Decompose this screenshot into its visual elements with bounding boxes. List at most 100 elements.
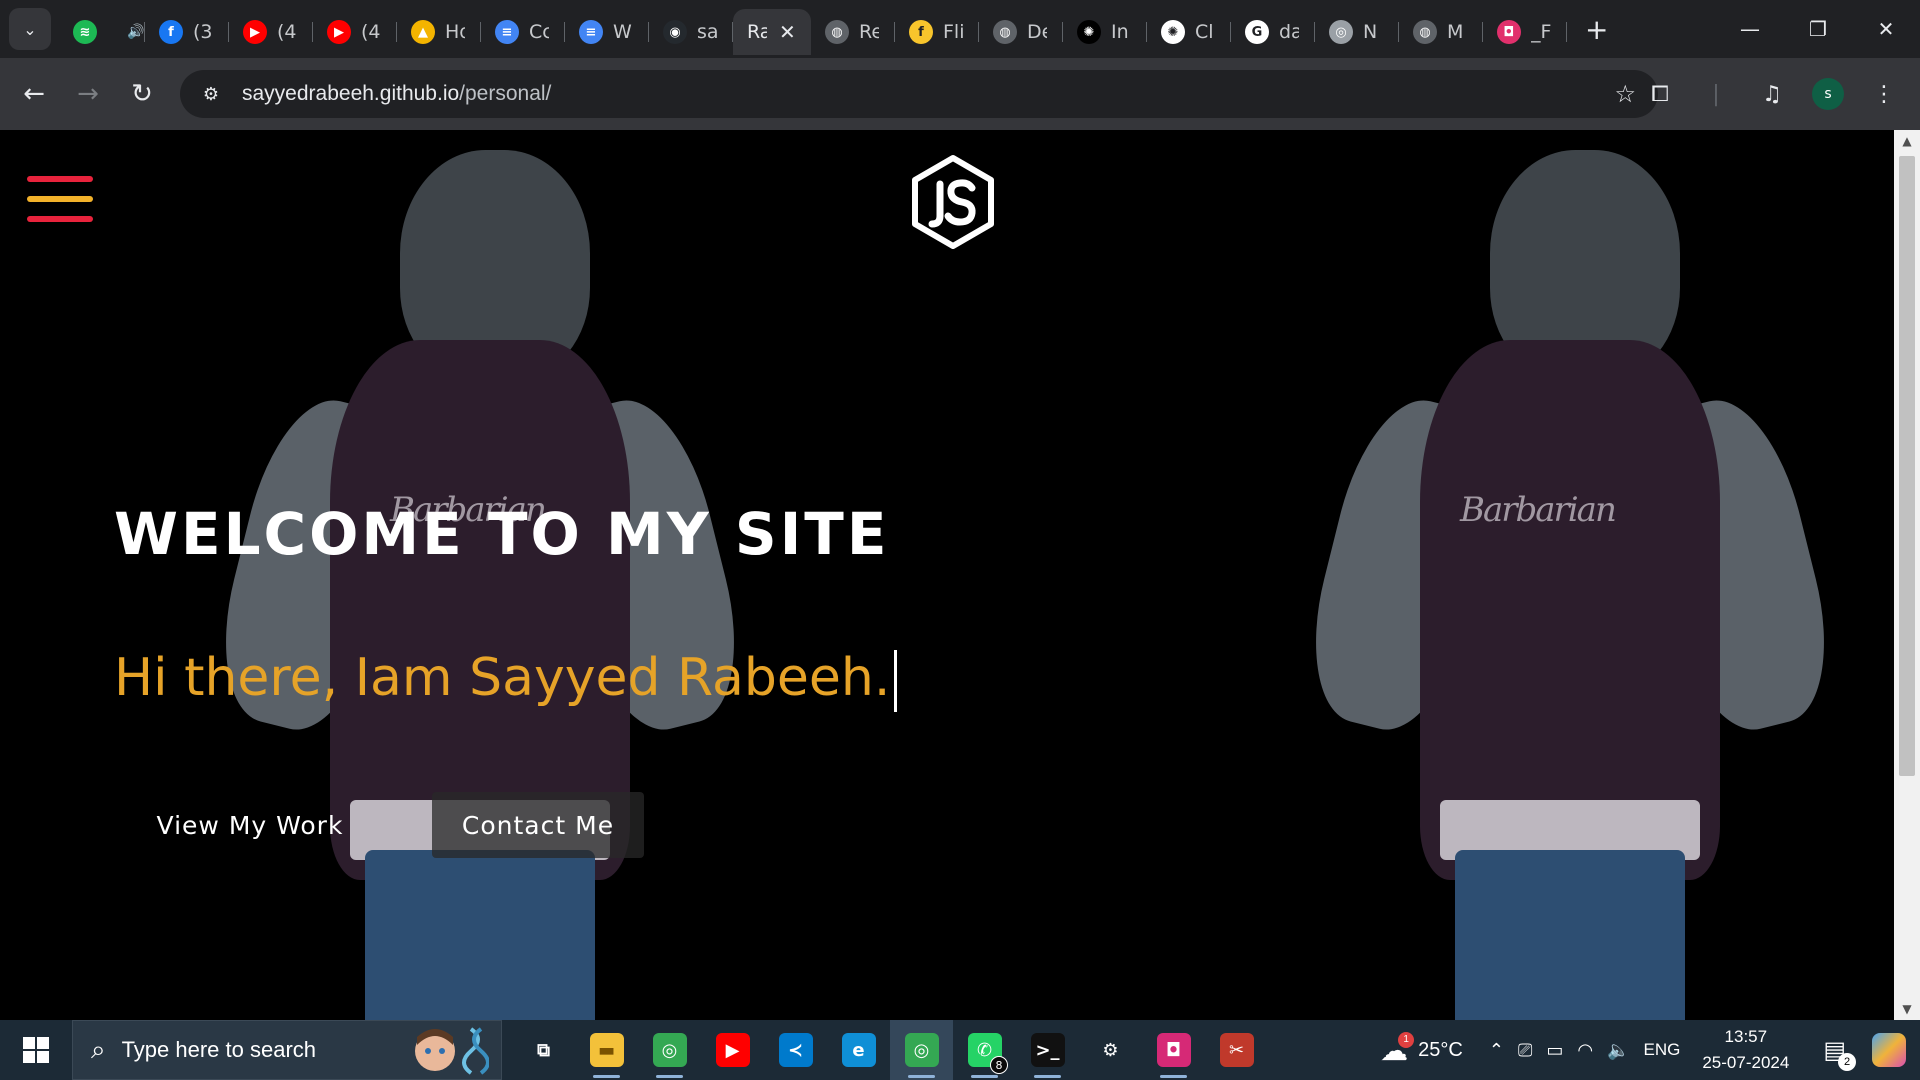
- wifi-icon[interactable]: ◠: [1577, 1040, 1593, 1061]
- taskbar-app-button[interactable]: ◘: [1142, 1020, 1205, 1080]
- menu-kebab-icon[interactable]: ⋮: [1856, 82, 1912, 107]
- browser-tab[interactable]: Ra ✕: [733, 9, 811, 55]
- meet-now-icon[interactable]: ⎚: [1518, 1040, 1532, 1061]
- taskbar-app-button[interactable]: >_: [1016, 1020, 1079, 1080]
- edge-icon: e: [841, 1033, 876, 1067]
- new-tab-button[interactable]: +: [1585, 13, 1608, 46]
- site-info-icon[interactable]: ⚙: [194, 84, 228, 105]
- back-button[interactable]: ←: [10, 70, 58, 118]
- taskbar-app-button[interactable]: ✂: [1205, 1020, 1268, 1080]
- volume-icon[interactable]: 🔈: [1607, 1040, 1629, 1061]
- url-path: /personal/: [459, 82, 552, 105]
- browser-tab[interactable]: Gda: [1231, 9, 1315, 55]
- taskbar-app-button[interactable]: ⧉: [512, 1020, 575, 1080]
- nodejs-logo-icon[interactable]: [910, 154, 996, 250]
- spotify-icon: ≋: [73, 20, 97, 44]
- copilot-icon[interactable]: [1872, 1033, 1906, 1067]
- browser-tab[interactable]: ≡ Cc: [481, 9, 565, 55]
- browser-tab[interactable]: ≡ W: [565, 9, 649, 55]
- profile-button[interactable]: s: [1800, 78, 1856, 110]
- youtube-icon: ▶: [327, 20, 351, 44]
- google-docs-icon: ≡: [495, 20, 519, 44]
- browser-tab[interactable]: ▶ (4: [313, 9, 397, 55]
- chrome-icon: ◎: [652, 1033, 687, 1067]
- hamburger-menu-button[interactable]: [27, 176, 93, 236]
- browser-tab[interactable]: ≋ 🔊: [59, 9, 145, 55]
- settings-icon: ⚙: [1102, 1039, 1119, 1061]
- toolbar-divider: |: [1712, 81, 1720, 107]
- close-window-button[interactable]: ✕: [1852, 0, 1920, 58]
- start-button[interactable]: [0, 1020, 72, 1080]
- taskbar-app-button[interactable]: ✆ 8: [953, 1020, 1016, 1080]
- minimize-button[interactable]: —: [1716, 0, 1784, 58]
- restore-button[interactable]: ❐: [1784, 0, 1852, 58]
- browser-tab[interactable]: f (3: [145, 9, 229, 55]
- instagram-icon: ◘: [1497, 20, 1521, 44]
- contact-me-button[interactable]: Contact Me: [432, 792, 644, 858]
- close-icon: ✕: [1877, 17, 1895, 41]
- scroll-down-icon[interactable]: ▼: [1894, 998, 1920, 1020]
- search-highlight-art: [415, 1027, 489, 1075]
- minimize-icon: —: [1740, 17, 1760, 41]
- browser-tab[interactable]: ◍ M: [1399, 9, 1483, 55]
- tab-title: (4: [277, 21, 297, 43]
- taskbar-app-button[interactable]: ⚙: [1079, 1020, 1142, 1080]
- page-scrollbar[interactable]: ▲ ▼: [1894, 130, 1920, 1020]
- weather-widget[interactable]: ☁ 1 25°C: [1380, 1031, 1463, 1067]
- url-text[interactable]: sayyedrabeeh.github.io/personal/: [242, 82, 551, 106]
- scrollbar-thumb[interactable]: [1899, 156, 1915, 776]
- reload-icon: ↻: [131, 79, 153, 109]
- tab-title: sa: [697, 21, 717, 43]
- browser-tab[interactable]: ✺ In: [1063, 9, 1147, 55]
- globe-icon: ◍: [1413, 20, 1437, 44]
- clock-time: 13:57: [1724, 1027, 1768, 1046]
- browser-tab[interactable]: ✺ Cl: [1147, 9, 1231, 55]
- browser-tab[interactable]: ◎ N: [1315, 9, 1399, 55]
- menu-line-icon: [27, 196, 93, 202]
- view-my-work-button[interactable]: View My Work: [122, 792, 378, 858]
- flipkart-icon: f: [909, 20, 933, 44]
- tab-title: (3: [193, 21, 213, 43]
- weather-badge: 1: [1398, 1031, 1415, 1048]
- forward-button[interactable]: →: [64, 70, 112, 118]
- intro-text: Hi there, Iam Sayyed Rabeeh.: [114, 648, 891, 708]
- tab-title: Cl: [1195, 21, 1214, 43]
- language-indicator[interactable]: ENG: [1644, 1040, 1681, 1060]
- notification-center-icon[interactable]: ▤ 2: [1823, 1036, 1856, 1071]
- browser-tab[interactable]: ▶ (4: [229, 9, 313, 55]
- scroll-up-icon[interactable]: ▲: [1894, 130, 1920, 152]
- weather-cloud-icon: ☁ 1: [1380, 1031, 1415, 1067]
- taskbar-app-button[interactable]: ◎: [890, 1020, 953, 1080]
- system-tray: ☁ 1 25°C ⌃ ⎚ ▭ ◠ 🔈 ENG 13:57 25-07-2024 ▤…: [1380, 1020, 1920, 1080]
- tab-search-button[interactable]: ⌄: [9, 8, 51, 50]
- taskbar-app-button[interactable]: ▬: [575, 1020, 638, 1080]
- media-controls-icon[interactable]: ♫: [1744, 82, 1800, 107]
- taskbar-apps: ⧉ ▬ ◎ ▶ ≺ e ◎ ✆ 8 >_ ⚙ ◘ ✂: [512, 1020, 1268, 1080]
- taskbar-app-button[interactable]: ◎: [638, 1020, 701, 1080]
- tab-list: ≋🔊f(3▶(4▶(4▲Ho≡Cc≡W◉saRa✕◍RefFli◍De✺In✺C…: [59, 0, 1567, 58]
- taskbar-app-button[interactable]: ≺: [764, 1020, 827, 1080]
- browser-tab[interactable]: ◍ De: [979, 9, 1063, 55]
- chevron-up-icon[interactable]: ⌃: [1489, 1040, 1504, 1061]
- hero-image-left: Barbarian: [200, 150, 760, 1020]
- close-tab-icon[interactable]: ✕: [779, 20, 796, 44]
- tab-title: De: [1027, 21, 1047, 43]
- tab-title: W: [613, 21, 632, 43]
- browser-tab[interactable]: f Fli: [895, 9, 979, 55]
- browser-tab[interactable]: ◉ sa: [649, 9, 733, 55]
- battery-icon[interactable]: ▭: [1546, 1040, 1563, 1061]
- taskbar-search[interactable]: ⌕ Type here to search: [72, 1020, 502, 1080]
- web-page: Barbarian Barbarian WELCOME TO MY SITE H…: [0, 130, 1894, 1020]
- browser-tab[interactable]: ▲ Ho: [397, 9, 481, 55]
- browser-tab[interactable]: ◘ _F: [1483, 9, 1567, 55]
- browser-tab[interactable]: ◍ Re: [811, 9, 895, 55]
- taskbar-app-button[interactable]: e: [827, 1020, 890, 1080]
- taskbar-app-button[interactable]: ▶: [701, 1020, 764, 1080]
- avatar: s: [1812, 78, 1844, 110]
- address-bar[interactable]: ⚙ sayyedrabeeh.github.io/personal/ ☆: [180, 70, 1658, 118]
- reload-button[interactable]: ↻: [118, 70, 166, 118]
- tab-audio-icon[interactable]: 🔊: [127, 24, 144, 40]
- tab-title: M: [1447, 21, 1464, 43]
- clock[interactable]: 13:57 25-07-2024: [1702, 1024, 1789, 1076]
- extensions-icon[interactable]: ⧠: [1632, 82, 1688, 107]
